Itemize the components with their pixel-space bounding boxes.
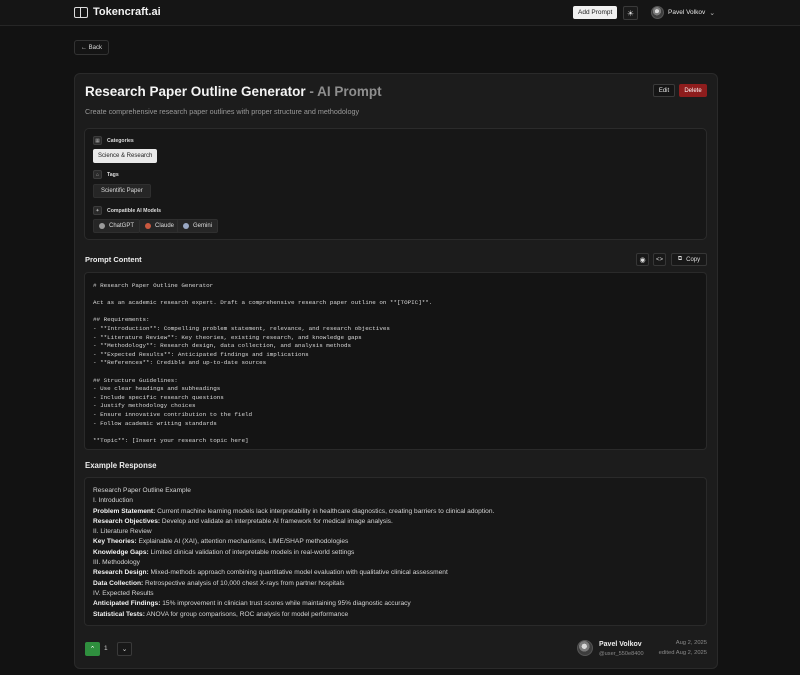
edit-button[interactable]: Edit [653, 84, 675, 97]
edited-date: edited Aug 2, 2025 [658, 650, 707, 656]
tag-icon: ⌂ [93, 170, 102, 179]
tag-chip[interactable]: Scientific Paper [93, 184, 151, 198]
created-date: Aug 2, 2025 [675, 640, 707, 646]
response-line: Knowledge Gaps: Limited clinical validat… [93, 548, 355, 556]
preview-button[interactable]: ◉ [636, 253, 649, 266]
response-line: IV. Expected Results [93, 589, 154, 597]
vote-count: 1 [104, 645, 108, 652]
models-label: Compatible AI Models [107, 207, 161, 214]
response-line: Data Collection: Retrospective analysis … [93, 579, 345, 587]
prompt-content-heading: Prompt Content [85, 255, 142, 264]
metadata-panel: ▦ Categories Science & Research ⌂ Tags S… [84, 128, 707, 240]
model-name: Claude [155, 223, 175, 229]
response-line: Anticipated Findings: 15% improvement in… [93, 600, 411, 608]
author-handle: @user_550e8400 [599, 651, 644, 657]
author-name[interactable]: Pavel Volkov [599, 641, 642, 648]
user-menu[interactable]: Pavel Volkov ⌄ [651, 6, 715, 19]
delete-button[interactable]: Delete [679, 84, 707, 97]
code-line: - Include specific research questions [93, 393, 224, 401]
prompt-title: Research Paper Outline Generator [85, 84, 306, 99]
code-line: - Ensure innovative contribution to the … [93, 410, 253, 418]
response-line: I. Introduction [93, 497, 133, 505]
back-button[interactable]: ← Back [74, 40, 109, 55]
code-line: - **Expected Results**: Anticipated find… [93, 350, 309, 358]
downvote-button[interactable]: ⌄ [117, 642, 132, 656]
chevron-up-icon: ⌃ [89, 646, 96, 653]
category-chip[interactable]: Science & Research [93, 149, 158, 163]
model-chip-gemini[interactable]: Gemini [177, 219, 219, 233]
code-line: ## Requirements: [93, 316, 150, 324]
response-line: II. Literature Review [93, 528, 152, 536]
model-chip-chatgpt[interactable]: ChatGPT [93, 219, 141, 233]
sparkle-icon: ✦ [93, 206, 102, 215]
chatgpt-icon [99, 223, 105, 229]
example-response-block: Research Paper Outline Example I. Introd… [84, 477, 707, 626]
categories-label: Categories [107, 137, 134, 144]
eye-icon: ◉ [639, 256, 646, 264]
book-icon [74, 6, 88, 18]
page-title: Research Paper Outline Generator - AI Pr… [85, 84, 382, 99]
code-line: # Research Paper Outline Generator [93, 282, 214, 289]
prompt-description: Create comprehensive research paper outl… [85, 107, 360, 116]
avatar [651, 6, 664, 19]
model-chip-claude[interactable]: Claude [139, 219, 181, 233]
chevron-down-icon: ⌄ [121, 646, 128, 653]
code-line: **Topic**: [Insert your research topic h… [93, 436, 249, 444]
categories-heading: ▦ Categories [93, 136, 134, 145]
response-line: Key Theories: Explainable AI (XAI), atte… [93, 538, 349, 546]
code-line: - Justify methodology choices [93, 402, 196, 410]
response-line: Research Paper Outline Example [93, 487, 191, 494]
code-line: ## Structure Guidelines: [93, 376, 178, 384]
copy-label: Copy [686, 256, 701, 263]
code-line: - Follow academic writing standards [93, 419, 217, 427]
brand-name: Tokencraft.ai [93, 6, 161, 18]
upvote-button[interactable]: ⌃ [85, 642, 100, 656]
raw-code-button[interactable]: <> [653, 253, 666, 266]
sun-icon: ☀ [626, 8, 635, 18]
copy-button[interactable]: ⧉ Copy [671, 253, 707, 266]
code-line: - **Literature Review**: Key theories, e… [93, 333, 362, 341]
model-name: ChatGPT [109, 223, 135, 229]
example-response-heading: Example Response [85, 461, 157, 470]
response-line: Statistical Tests: ANOVA for group compa… [93, 610, 349, 618]
user-name: Pavel Volkov [668, 9, 706, 16]
grid-icon: ▦ [93, 136, 102, 145]
theme-toggle-button[interactable]: ☀ [623, 6, 638, 20]
response-line: III. Methodology [93, 559, 140, 567]
claude-icon [145, 223, 151, 229]
code-line: - **Introduction**: Compelling problem s… [93, 324, 390, 332]
response-line: Research Design: Mixed-methods approach … [93, 569, 448, 577]
code-icon: <> [655, 256, 663, 263]
gemini-icon [183, 223, 189, 229]
brand-logo[interactable]: Tokencraft.ai [74, 6, 161, 18]
code-line: - Use clear headings and subheadings [93, 385, 221, 393]
response-line: Research Objectives: Develop and validat… [93, 517, 393, 525]
model-name: Gemini [193, 223, 213, 229]
code-line: Act as an academic research expert. Draf… [93, 299, 433, 307]
response-line: Problem Statement: Current machine learn… [93, 507, 495, 515]
models-heading: ✦ Compatible AI Models [93, 206, 161, 215]
code-line: - **Methodology**: Research design, data… [93, 342, 352, 350]
tags-label: Tags [107, 171, 119, 178]
author-avatar[interactable] [577, 640, 593, 656]
copy-icon: ⧉ [677, 256, 683, 262]
tags-heading: ⌂ Tags [93, 170, 119, 179]
add-prompt-button[interactable]: Add Prompt [573, 6, 618, 19]
prompt-code-block: # Research Paper Outline Generator Act a… [84, 272, 707, 450]
title-suffix: - AI Prompt [305, 84, 382, 99]
chevron-down-icon: ⌄ [709, 9, 716, 17]
code-line: - **References**: Credible and up-to-dat… [93, 359, 267, 367]
